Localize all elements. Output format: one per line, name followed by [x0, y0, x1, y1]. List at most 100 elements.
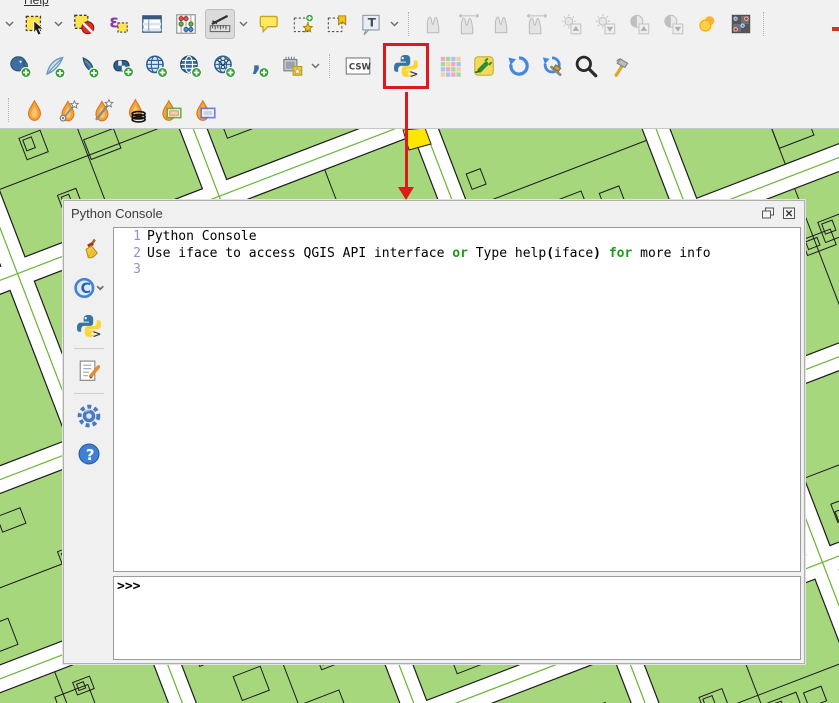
delimited-text-comma-icon: , — [245, 53, 271, 79]
measure-line-button[interactable] — [205, 9, 235, 39]
flame-blue-frame-button[interactable] — [190, 95, 220, 125]
cumulative-stretch-arrows-icon — [524, 11, 550, 37]
toolbar-separator — [763, 12, 768, 36]
measure-icon — [207, 11, 233, 37]
contrast-up-icon — [626, 11, 652, 37]
svg-text:C: C — [80, 281, 90, 297]
brightness-down-icon — [592, 11, 618, 37]
statistical-summary-button[interactable] — [171, 9, 201, 39]
show-spatial-bookmarks-button[interactable] — [322, 9, 352, 39]
run-command-button[interactable]: > — [72, 310, 106, 342]
highlight-red-box — [383, 43, 429, 89]
plugin-plug-icon — [471, 53, 497, 79]
import-class-button[interactable]: C — [72, 272, 106, 304]
flame-icon — [22, 97, 48, 123]
add-wfs-layer-button[interactable] — [209, 51, 239, 81]
show-editor-button[interactable] — [72, 355, 106, 387]
cumulative-stretch-icon — [490, 11, 516, 37]
console-line: 3 — [114, 262, 800, 279]
console-title: Python Console — [71, 206, 755, 221]
contrast-down-icon — [660, 11, 686, 37]
manage-plugins-button[interactable] — [435, 51, 465, 81]
console-line: 2Use iface to access QGIS API interface … — [114, 246, 800, 263]
flame-green-frame-button[interactable] — [156, 95, 186, 125]
flame-star-wand-icon — [56, 97, 82, 123]
select-dropdown-chevron-icon[interactable] — [52, 9, 65, 39]
brightness-up-icon — [558, 11, 584, 37]
console-sidebar: C > ? — [64, 226, 113, 663]
editor-icon — [75, 357, 103, 385]
virtual-layer-dropdown-chevron-icon[interactable] — [309, 51, 322, 81]
console-input[interactable]: >>> — [113, 576, 801, 660]
plugin-grid-icon — [437, 53, 463, 79]
virtual-layer-chip-icon — [279, 53, 305, 79]
open-attribute-table-button[interactable] — [137, 9, 167, 39]
map-tips-icon — [256, 11, 282, 37]
flame-button[interactable] — [20, 95, 50, 125]
histogram-stretch-icon — [422, 11, 448, 37]
menu-help[interactable]: Help — [24, 0, 64, 7]
add-oracle-layer-button[interactable] — [107, 51, 137, 81]
reload-plugin-button[interactable] — [503, 51, 533, 81]
text-annotation-button[interactable]: T — [356, 9, 386, 39]
plugin-builder-button[interactable] — [605, 51, 635, 81]
toolbar-separator — [408, 12, 413, 36]
flame-magic-wand-icon — [90, 97, 116, 123]
collapse-chevron-icon[interactable] — [3, 9, 16, 39]
rebuild-plugin-button[interactable] — [537, 51, 567, 81]
toolbar-separator — [8, 98, 13, 122]
sidebar-separator — [74, 393, 104, 394]
search-plugins-button[interactable] — [571, 51, 601, 81]
select-by-expression-button[interactable]: ε — [103, 9, 133, 39]
georeferencer-button[interactable] — [726, 9, 756, 39]
wcs-globe-icon — [177, 53, 203, 79]
metasearch-csw-button[interactable]: CSW — [341, 51, 375, 81]
flame-magic-wand-button[interactable] — [88, 95, 118, 125]
wfs-globe-icon — [211, 53, 237, 79]
flame-layers-button[interactable] — [122, 95, 152, 125]
touch-icon — [694, 11, 720, 37]
new-spatial-bookmark-button[interactable] — [288, 9, 318, 39]
gear-icon — [75, 402, 103, 430]
close-window-button[interactable] — [781, 207, 797, 221]
add-virtual-layer-button[interactable] — [277, 51, 307, 81]
spatialite-feather-icon — [41, 53, 67, 79]
annotation-dropdown-chevron-icon[interactable] — [388, 9, 401, 39]
line-number: 3 — [114, 262, 147, 279]
add-wms-layer-button[interactable] — [141, 51, 171, 81]
add-wcs-layer-button[interactable] — [175, 51, 205, 81]
add-mssql-layer-button[interactable] — [73, 51, 103, 81]
mssql-icon — [75, 53, 101, 79]
add-postgis-layer-button[interactable] — [5, 51, 35, 81]
annotation-arrow — [405, 92, 408, 189]
console-output[interactable]: 1Python Console2Use iface to access QGIS… — [113, 227, 801, 572]
new-bookmark-icon — [290, 11, 316, 37]
deselect-features-icon — [71, 11, 97, 37]
full-histogram-stretch-button — [454, 9, 484, 39]
console-prompt: >>> — [117, 579, 140, 594]
float-window-button[interactable] — [760, 207, 776, 221]
help-button[interactable]: ? — [72, 438, 106, 470]
add-spatialite-layer-button[interactable] — [39, 51, 69, 81]
toolbar-row-layers: , CSW > — [0, 51, 637, 81]
flame-star-wand-button[interactable] — [54, 95, 84, 125]
line-text: Python Console — [147, 229, 257, 246]
clear-console-button[interactable] — [72, 234, 106, 266]
increase-brightness-button — [556, 9, 586, 39]
decrease-brightness-button — [590, 9, 620, 39]
show-bookmarks-icon — [324, 11, 350, 37]
select-features-icon — [22, 11, 48, 37]
map-tips-button[interactable] — [254, 9, 284, 39]
clipped-red-icon — [832, 27, 839, 31]
help-icon: ? — [75, 440, 103, 468]
console-titlebar[interactable]: Python Console — [64, 201, 804, 226]
add-delimited-text-layer-button[interactable]: , — [243, 51, 273, 81]
toolbar-separator — [329, 54, 334, 78]
measure-dropdown-chevron-icon[interactable] — [237, 9, 250, 39]
rebuild-tools-icon — [539, 53, 565, 79]
options-button[interactable] — [72, 400, 106, 432]
touch-button[interactable] — [692, 9, 722, 39]
select-features-button[interactable] — [20, 9, 50, 39]
plugin-installer-button[interactable] — [469, 51, 499, 81]
deselect-features-button[interactable] — [69, 9, 99, 39]
